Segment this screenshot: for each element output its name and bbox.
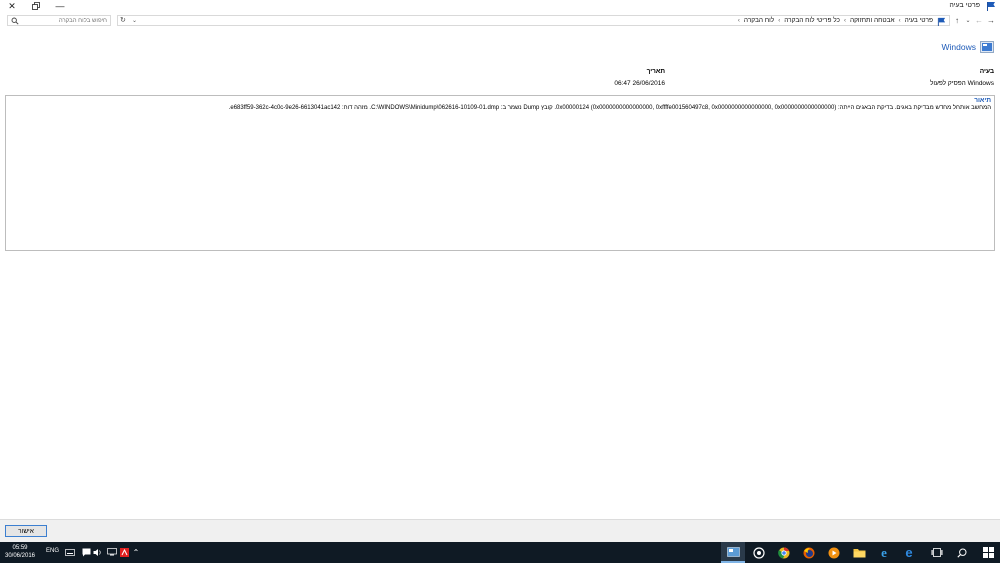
chevron-down-icon: ⌄ xyxy=(965,17,971,24)
clock[interactable]: 05:59 30/06/2016 xyxy=(3,544,37,560)
windows-app-icon xyxy=(980,41,994,53)
breadcrumb: › לוח הבקרה › כל פריטי לוח הבקרה › אבטחה… xyxy=(738,17,933,24)
search-input[interactable] xyxy=(21,17,107,25)
recent-locations-button[interactable]: ⌄ xyxy=(963,15,973,25)
edge-icon: e xyxy=(905,545,913,560)
product-name: Windows xyxy=(941,42,976,52)
description-label: תיאור xyxy=(974,97,991,104)
internet-explorer-icon: e xyxy=(881,544,887,560)
up-button[interactable]: ↑ xyxy=(952,15,962,25)
close-button[interactable]: ✕ xyxy=(0,0,24,12)
title-bar: ✕ — פרטי בעיה xyxy=(0,0,1000,13)
chevron-right-icon: › xyxy=(898,17,901,24)
breadcrumb-security-maintenance[interactable]: אבטחה ותחזוקה xyxy=(850,17,895,24)
taskbar-edge[interactable]: e xyxy=(897,542,921,563)
chevron-up-icon[interactable]: ⌃ xyxy=(131,547,141,557)
dialog-footer: אישור xyxy=(0,519,1000,542)
chevron-right-icon: › xyxy=(843,17,846,24)
security-alert-icon[interactable] xyxy=(119,547,129,557)
chrome-icon xyxy=(778,547,790,558)
start-button[interactable] xyxy=(976,542,1000,563)
taskbar-internet-explorer[interactable]: e xyxy=(872,542,896,563)
minimize-icon: — xyxy=(55,1,65,11)
control-panel-icon xyxy=(937,17,946,26)
search-icon xyxy=(11,17,19,25)
arrow-right-icon: → xyxy=(987,15,995,25)
product-header: Windows xyxy=(942,41,994,53)
windows-logo-icon xyxy=(982,547,994,558)
clock-date: 30/06/2016 xyxy=(4,553,36,559)
maximize-button[interactable] xyxy=(24,0,48,12)
close-icon: ✕ xyxy=(8,0,16,11)
address-dropdown-button[interactable]: ⌄ xyxy=(132,17,137,24)
window-title: פרטי בעיה xyxy=(949,2,980,9)
date-header: תאריך xyxy=(646,68,665,75)
keyboard-icon[interactable] xyxy=(65,547,75,557)
problem-header: בעיה xyxy=(979,68,994,75)
arrow-up-icon: ↑ xyxy=(955,15,959,25)
taskbar-search-button[interactable] xyxy=(950,542,974,563)
taskbar-chrome[interactable] xyxy=(772,542,796,563)
breadcrumb-problem-details[interactable]: פרטי בעיה xyxy=(905,17,933,24)
chevron-right-icon: › xyxy=(737,17,740,24)
date-value: 26/06/2016 06:47 xyxy=(614,80,665,87)
chevron-right-icon: › xyxy=(778,17,781,24)
flag-icon xyxy=(987,2,995,11)
breadcrumb-control-panel[interactable]: לוח הבקרה xyxy=(744,17,774,24)
firefox-icon xyxy=(803,547,815,558)
volume-icon[interactable] xyxy=(93,547,103,557)
address-bar[interactable]: › לוח הבקרה › כל פריטי לוח הבקרה › אבטחה… xyxy=(117,15,950,26)
target-app-icon xyxy=(753,546,765,559)
taskbar-control-panel[interactable] xyxy=(721,542,745,563)
description-box[interactable]: תיאור המחשב אותחל מחדש מבדיקת באגים. בדי… xyxy=(5,95,995,251)
ok-button[interactable]: אישור xyxy=(5,525,47,537)
forward-button[interactable]: ← xyxy=(974,15,984,25)
taskbar-media-player[interactable] xyxy=(822,542,846,563)
navigation-bar: → ← ⌄ ↑ › לוח הבקרה › כל פריטי לוח הבקרה… xyxy=(0,14,1000,27)
folder-icon xyxy=(853,548,865,557)
problem-value: Windows הפסיק לפעול xyxy=(929,80,994,87)
minimize-button[interactable]: — xyxy=(48,0,72,12)
action-center-icon[interactable] xyxy=(81,547,91,557)
taskbar: 05:59 30/06/2016 ENG ⌃ e e xyxy=(0,542,1000,563)
search-box[interactable] xyxy=(7,15,111,26)
task-view-icon xyxy=(931,548,943,557)
back-button[interactable]: → xyxy=(986,15,996,25)
clock-time: 05:59 xyxy=(12,545,28,551)
description-text: המחשב אותחל מחדש מבדיקת באגים. בדיקת הבא… xyxy=(228,105,991,111)
taskbar-app-camera[interactable] xyxy=(747,542,771,563)
taskbar-file-explorer[interactable] xyxy=(847,542,871,563)
arrow-left-icon: ← xyxy=(975,15,983,25)
language-indicator[interactable]: ENG xyxy=(46,548,59,554)
taskbar-firefox[interactable] xyxy=(797,542,821,563)
search-icon xyxy=(957,547,967,558)
control-panel-app-icon xyxy=(726,546,740,557)
restore-icon xyxy=(32,2,40,10)
network-icon[interactable] xyxy=(107,547,117,557)
task-view-button[interactable] xyxy=(925,542,949,563)
breadcrumb-all-items[interactable]: כל פריטי לוח הבקרה xyxy=(784,17,840,24)
refresh-icon[interactable]: ↻ xyxy=(120,16,126,24)
media-player-icon xyxy=(828,547,840,558)
